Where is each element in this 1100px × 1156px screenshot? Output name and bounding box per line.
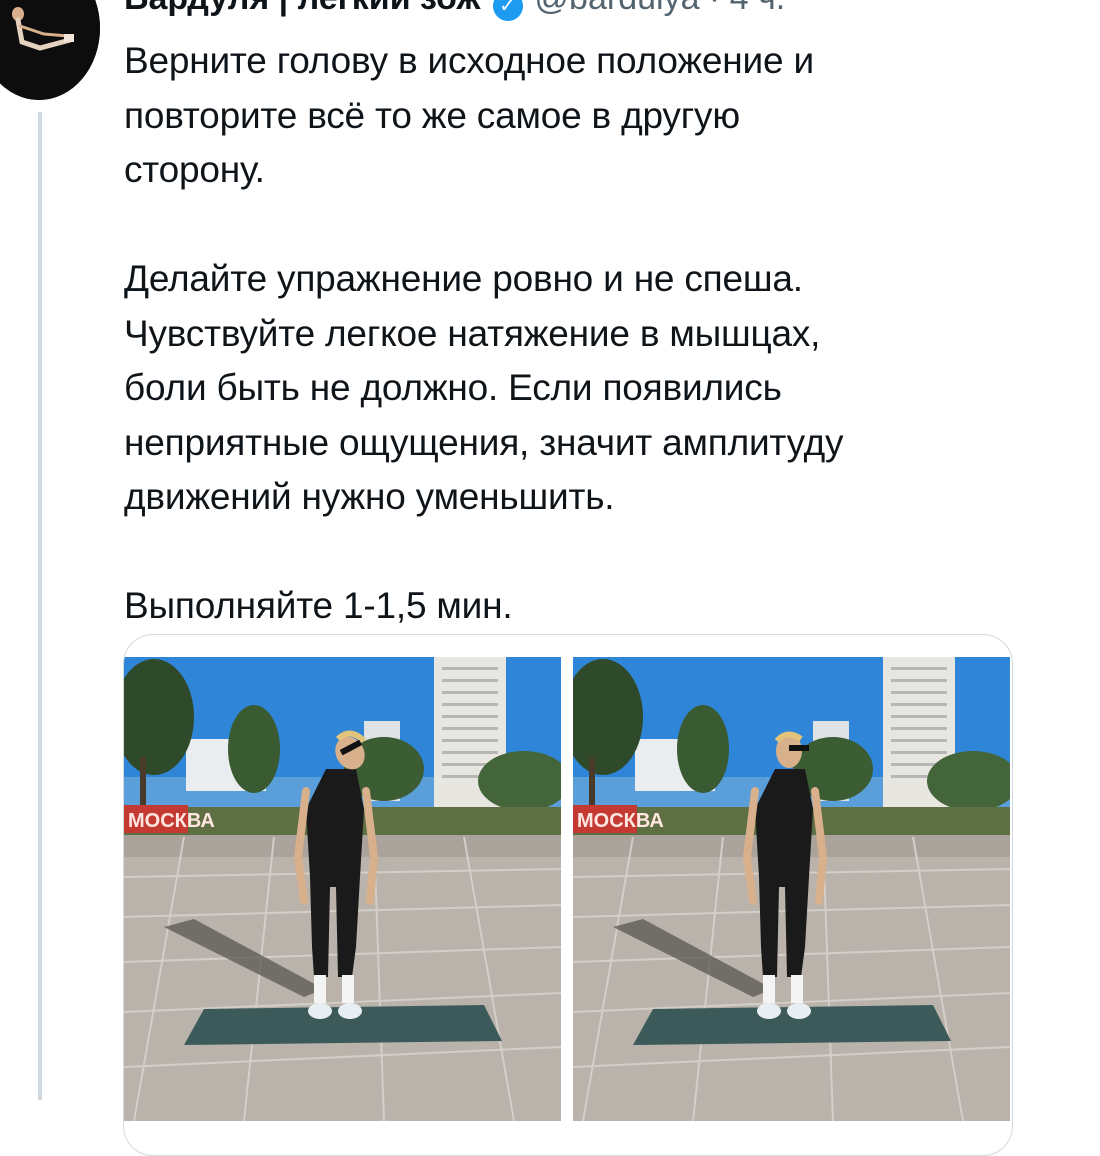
author-handle-and-time[interactable]: @bardulya · 4 ч. bbox=[535, 0, 786, 17]
media-photo-2[interactable]: МОСКВА bbox=[573, 657, 1010, 1121]
media-photo-1[interactable]: МОСКВА bbox=[124, 657, 561, 1121]
thread-connector-line bbox=[38, 112, 42, 1100]
avatar-stretching-figure-icon bbox=[0, 0, 100, 100]
tweet-body-text: Верните голову в исходное положение и по… bbox=[124, 40, 844, 626]
author-name[interactable]: Бардуля | легкий зож bbox=[124, 0, 481, 17]
verified-badge-icon: ✓ bbox=[492, 0, 523, 21]
moskva-sign: МОСКВА bbox=[577, 810, 664, 832]
moskva-sign: МОСКВА bbox=[128, 810, 215, 832]
tweet-media-grid: МОСКВА МОСКВА bbox=[123, 634, 1013, 1156]
author-avatar[interactable] bbox=[0, 0, 100, 100]
photo-head-turn-scene: МОСКВА bbox=[573, 657, 1010, 1121]
tweet-header: Бардуля | легкий зож ✓ @bardulya · 4 ч. bbox=[124, 0, 786, 21]
photo-head-tilt-scene: МОСКВА bbox=[124, 657, 561, 1121]
